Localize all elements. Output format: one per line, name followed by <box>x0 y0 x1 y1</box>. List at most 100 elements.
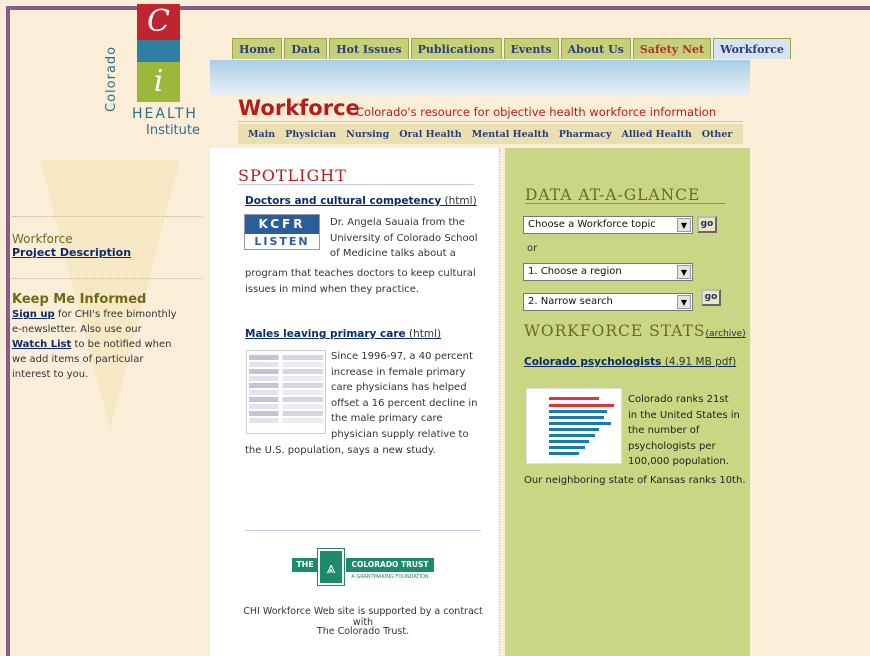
tab-hot-issues[interactable]: Hot Issues <box>329 38 409 59</box>
watch-text-2: we add items of particular <box>12 354 144 365</box>
kcfr-text: KCFR <box>245 215 319 234</box>
stats-text: Colorado ranks 21st in the United States… <box>628 392 740 470</box>
header-banner <box>210 60 750 96</box>
logo-health-text: HEALTH <box>132 106 198 122</box>
archive-link[interactable]: (archive) <box>706 329 746 339</box>
kcfr-listen-badge[interactable]: KCFR LISTEN <box>244 214 320 250</box>
article2-line: offset a 16 percent decline in <box>331 397 478 409</box>
data-glance-divider <box>525 203 725 204</box>
chi-logo[interactable]: Colorado C i HEALTH Institute <box>104 4 204 154</box>
article2-text: Since 1996-97, a 40 percent increase in … <box>331 349 478 442</box>
stats-line: the number of <box>628 425 700 436</box>
region-select[interactable]: 1. Choose a region ▼ <box>523 263 693 281</box>
chart-bar <box>549 404 614 407</box>
narrow-select-value: 2. Narrow search <box>528 296 613 307</box>
chevron-down-icon[interactable]: ▼ <box>677 295 691 309</box>
stats-line: 100,000 population. <box>628 456 729 467</box>
logo-blue-block <box>137 40 180 62</box>
workforce-subnav: Main Physician Nursing Oral Health Menta… <box>238 124 743 144</box>
trust-sub-text: A GRANTMAKING FOUNDATION <box>351 574 429 580</box>
psychologists-link-text[interactable]: Colorado psychologists <box>524 356 661 368</box>
trust-the-text: THE <box>292 558 318 572</box>
keep-informed-block: Keep Me Informed Sign up for CHI's free … <box>12 292 202 382</box>
watch-text: to be notified when <box>71 339 172 350</box>
chart-bar <box>549 422 611 425</box>
page-title: Workforce <box>238 96 360 120</box>
tab-workforce[interactable]: Workforce <box>713 38 791 59</box>
narrow-search-select[interactable]: 2. Narrow search ▼ <box>523 293 693 311</box>
header-divider <box>238 121 743 122</box>
article1-line: of Medicine talks about a <box>330 248 456 259</box>
article2-line: Since 1996-97, a 40 percent <box>331 351 473 362</box>
subnav-pharmacy[interactable]: Pharmacy <box>559 129 612 140</box>
article2-table-thumbnail[interactable] <box>246 350 326 434</box>
workforce-stats-heading: WORKFORCE STATS(archive) <box>524 322 746 340</box>
tab-publications[interactable]: Publications <box>410 38 502 59</box>
spotlight-heading: SPOTLIGHT <box>238 166 347 185</box>
chevron-down-icon[interactable]: ▼ <box>677 218 691 232</box>
subnav-allied-health[interactable]: Allied Health <box>621 129 691 140</box>
chart-bar <box>549 452 579 455</box>
subnav-main[interactable]: Main <box>248 129 275 140</box>
workforce-topic-select[interactable]: Choose a Workforce topic ▼ <box>523 216 693 234</box>
chart-bar <box>549 397 599 400</box>
chevron-down-icon[interactable]: ▼ <box>677 265 691 279</box>
psychologists-format: (4.91 MB pdf) <box>661 356 737 368</box>
topic-select-value: Choose a Workforce topic <box>528 219 656 230</box>
data-at-a-glance-heading: DATA AT-A-GLANCE <box>525 186 701 204</box>
signup-text: for CHI's free bimonthly <box>54 309 177 320</box>
signup-text-2: e-newsletter. Also use our <box>12 324 142 335</box>
footer-support-text: CHI Workforce Web site is supported by a… <box>243 606 483 628</box>
sidebar-section-title: Workforce <box>12 232 73 246</box>
article2-line: the U.S. population, says a new study. <box>245 445 436 456</box>
logo-institute-text: Institute <box>146 123 200 138</box>
chart-bar <box>549 428 599 431</box>
watch-list-link[interactable]: Watch List <box>12 339 71 350</box>
chart-bar <box>549 446 585 449</box>
chart-bar <box>549 416 604 419</box>
stats-line: in the United States in <box>628 409 740 421</box>
footer-trust-text: The Colorado Trust. <box>316 626 410 637</box>
psychologists-chart-thumbnail[interactable] <box>526 388 622 464</box>
region-select-value: 1. Choose a region <box>528 266 622 277</box>
article2-line: care physicians has helped <box>331 382 467 393</box>
article2-line: the male primary care <box>331 413 443 424</box>
article1-text: Dr. Angela Sauaia from the University of… <box>330 215 478 262</box>
trust-emblem-icon: ⩓ <box>317 548 345 586</box>
main-nav: Home Data Hot Issues Publications Events… <box>232 38 791 59</box>
watch-text-3: interest to you. <box>12 369 89 380</box>
subnav-other[interactable]: Other <box>702 129 733 140</box>
article-link-cultural-competency[interactable]: Doctors and cultural competency (html) <box>245 195 477 207</box>
listen-text: LISTEN <box>254 235 310 248</box>
subnav-physician[interactable]: Physician <box>285 129 336 140</box>
article2-text-full: the U.S. population, says a new study. <box>245 443 436 459</box>
tab-about-us[interactable]: About Us <box>560 38 631 59</box>
article2-format: (html) <box>405 328 442 340</box>
subnav-oral-health[interactable]: Oral Health <box>399 129 461 140</box>
or-label: or <box>527 243 538 254</box>
colorado-trust-logo[interactable]: THE ⩓ COLORADO TRUST A GRANTMAKING FOUND… <box>292 548 434 586</box>
tab-home[interactable]: Home <box>232 38 283 59</box>
article1-line: Dr. Angela Sauaia from the <box>330 217 465 228</box>
psychologists-link[interactable]: Colorado psychologists (4.91 MB pdf) <box>524 356 736 368</box>
tab-events[interactable]: Events <box>503 38 559 59</box>
article-link-males-primary-care[interactable]: Males leaving primary care (html) <box>245 328 441 340</box>
article1-format: (html) <box>441 195 477 207</box>
narrow-go-button[interactable]: go <box>701 289 721 306</box>
subnav-mental-health[interactable]: Mental Health <box>472 129 549 140</box>
subnav-nursing[interactable]: Nursing <box>346 129 389 140</box>
sign-up-link[interactable]: Sign up <box>12 309 55 320</box>
tab-data[interactable]: Data <box>284 38 328 59</box>
topic-go-button[interactable]: go <box>697 216 717 233</box>
tab-safety-net[interactable]: Safety Net <box>632 38 712 59</box>
logo-colorado-text: Colorado <box>104 45 119 112</box>
project-description-link[interactable]: Project Description <box>12 246 202 259</box>
article2-title[interactable]: Males leaving primary care <box>245 328 406 340</box>
article1-line: issues in mind when they practice. <box>245 283 420 295</box>
chart-bar <box>549 410 607 413</box>
article1-text-full: program that teaches doctors to keep cul… <box>245 266 476 297</box>
article1-title[interactable]: Doctors and cultural competency <box>245 195 441 207</box>
article2-line: increase in female primary <box>331 366 466 378</box>
spotlight-divider <box>238 184 474 185</box>
stats-line: Colorado ranks 21st <box>628 394 729 405</box>
